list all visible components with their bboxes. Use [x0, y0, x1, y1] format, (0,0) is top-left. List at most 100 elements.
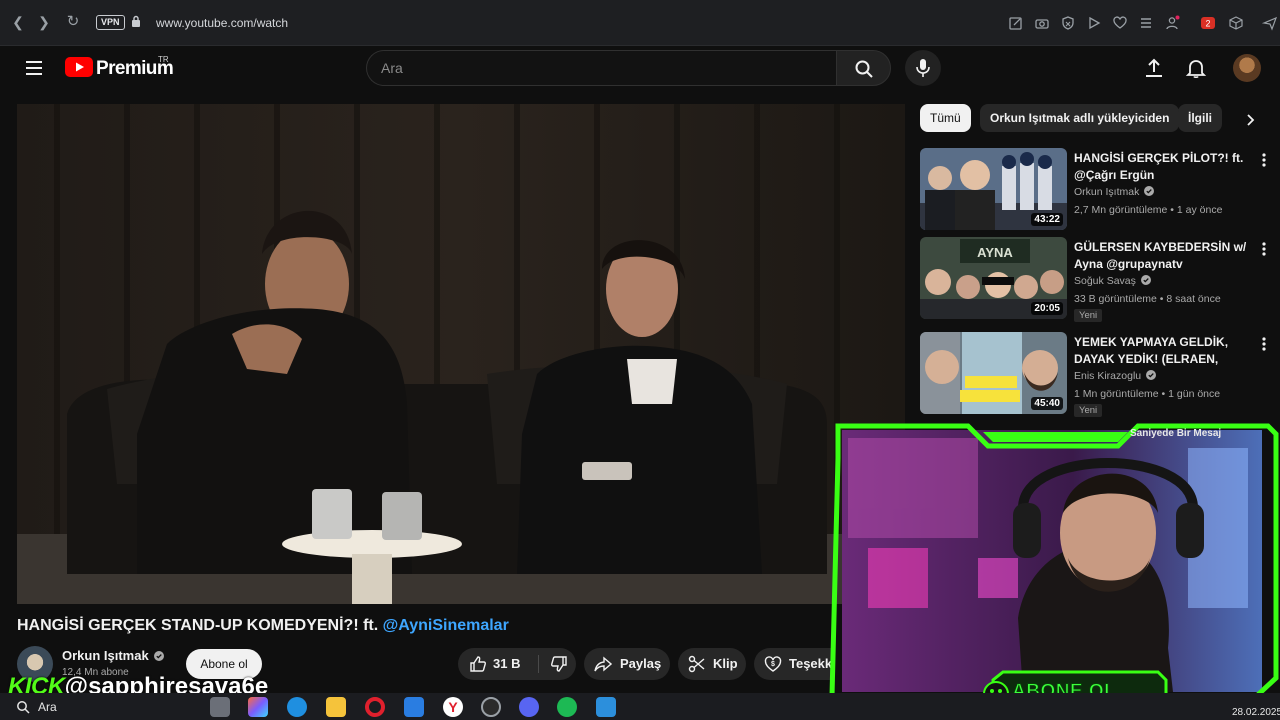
video-channel[interactable]: Enis Kirazoglu — [1074, 370, 1141, 382]
svg-text:AYNA: AYNA — [977, 245, 1013, 260]
recommended-video[interactable]: AYNA 20:05 GÜLERSEN KAYBEDERSİN w/ Ayna … — [920, 237, 1270, 322]
new-badge: Yeni — [1074, 404, 1103, 417]
title-mention-link[interactable]: @AyniSinemalar — [383, 617, 509, 634]
chevron-right-icon[interactable] — [1242, 112, 1258, 128]
taskbar-search-icon[interactable] — [16, 700, 30, 714]
video-duration: 20:05 — [1031, 302, 1063, 315]
video-duration: 43:22 — [1031, 213, 1063, 226]
youtube-logo-icon[interactable] — [65, 57, 93, 77]
voice-search-button[interactable] — [905, 50, 941, 86]
back-icon[interactable]: ❮ — [8, 12, 28, 32]
copilot-icon[interactable] — [248, 697, 268, 717]
thanks-button[interactable]: $ Teşekk — [754, 648, 834, 680]
list-icon[interactable] — [1138, 15, 1154, 31]
thumbs-up-icon — [470, 656, 486, 672]
country-code: TR — [158, 55, 169, 64]
channel-name[interactable]: Orkun Işıtmak — [62, 648, 149, 663]
vpn-badge[interactable]: VPN — [96, 15, 125, 30]
clip-button[interactable]: Klip — [678, 648, 746, 680]
verified-icon — [1146, 370, 1157, 380]
reload-icon[interactable]: ↻ — [63, 12, 83, 32]
clip-label: Klip — [713, 656, 738, 671]
video-meta: 33 B görüntüleme • 8 saat önce — [1074, 293, 1221, 305]
box-icon[interactable] — [1228, 15, 1244, 31]
chip-all[interactable]: Tümü — [920, 104, 971, 132]
chip-from-uploader[interactable]: Orkun Işıtmak adlı yükleyiciden — [980, 104, 1180, 132]
video-thumbnail[interactable]: AYNA 20:05 — [920, 237, 1067, 319]
video-title-link[interactable]: HANGİSİ GERÇEK PİLOT?! ft. @Çağrı Ergün — [1074, 150, 1252, 184]
svg-text:$: $ — [771, 661, 775, 668]
recommended-video[interactable]: 45:40 YEMEK YAPMAYA GELDİK, DAYAK YEDİK!… — [920, 332, 1270, 417]
video-title-link[interactable]: YEMEK YAPMAYA GELDİK, DAYAK YEDİK! (ELRA… — [1074, 334, 1252, 368]
camera-icon[interactable] — [1034, 15, 1050, 31]
video-channel[interactable]: Soğuk Savaş — [1074, 275, 1136, 287]
search-input[interactable] — [366, 50, 836, 86]
video-thumbnail[interactable]: 45:40 — [920, 332, 1067, 414]
yandex-browser-icon[interactable]: Y — [443, 697, 463, 717]
dislike-button[interactable] — [542, 648, 576, 680]
video-title: HANGİSİ GERÇEK STAND-UP KOMEDYENİ?! ft. … — [17, 617, 509, 635]
video-channel-row: Orkun Işıtmak — [1074, 186, 1155, 198]
like-dislike-group: 31 B — [458, 648, 576, 680]
video-duration: 45:40 — [1031, 397, 1063, 410]
video-frame — [17, 104, 905, 604]
extensions-icon[interactable]: 2 — [1200, 15, 1220, 31]
thumbs-down-icon — [551, 656, 567, 672]
send-icon[interactable] — [1261, 15, 1278, 31]
obs-icon[interactable] — [481, 697, 501, 717]
opera-icon[interactable] — [365, 697, 385, 717]
new-badge: Yeni — [1074, 309, 1103, 322]
video-channel-row: Soğuk Savaş — [1074, 275, 1151, 287]
play-icon[interactable] — [1086, 15, 1102, 31]
more-options-icon[interactable] — [1260, 336, 1268, 352]
thanks-label: Teşekk — [789, 656, 833, 671]
shield-icon[interactable] — [1060, 15, 1076, 31]
thanks-heart-icon: $ — [764, 656, 782, 672]
like-count: 31 B — [493, 656, 521, 671]
video-title-text: HANGİSİ GERÇEK STAND-UP KOMEDYENİ?! ft. — [17, 617, 383, 634]
video-thumbnail[interactable]: 43:22 — [920, 148, 1067, 230]
upload-icon[interactable] — [1143, 57, 1165, 79]
video-channel[interactable]: Orkun Işıtmak — [1074, 186, 1139, 198]
divider — [538, 655, 539, 673]
video-player[interactable] — [17, 104, 905, 604]
mail-icon[interactable] — [404, 697, 424, 717]
verified-icon — [1144, 186, 1155, 196]
video-meta: 1 Mn görüntüleme • 1 gün önce — [1074, 388, 1221, 400]
heart-icon[interactable] — [1112, 15, 1128, 31]
like-button[interactable]: 31 B — [458, 648, 538, 680]
taskbar-search-label[interactable]: Ara — [38, 700, 57, 714]
share-icon — [594, 656, 612, 672]
scissors-icon — [688, 655, 705, 673]
profile-icon[interactable] — [1164, 15, 1180, 31]
discord-icon[interactable] — [519, 697, 539, 717]
video-title-link[interactable]: GÜLERSEN KAYBEDERSİN w/ Ayna @grupaynatv… — [1074, 239, 1252, 273]
folder-icon[interactable] — [326, 697, 346, 717]
browser-toolbar: ❮ ❯ ↻ VPN www.youtube.com/watch 2 — [0, 0, 1280, 46]
file-explorer-icon[interactable] — [210, 697, 230, 717]
search-icon — [855, 60, 873, 78]
search-button[interactable] — [836, 50, 891, 86]
webcam-overlay — [828, 418, 1280, 710]
forward-icon[interactable]: ❯ — [34, 12, 54, 32]
notifications-bell-icon[interactable] — [1185, 57, 1207, 79]
more-options-icon[interactable] — [1260, 241, 1268, 257]
share-button[interactable]: Paylaş — [584, 648, 670, 680]
spotify-icon[interactable] — [557, 697, 577, 717]
recommended-video[interactable]: 43:22 HANGİSİ GERÇEK PİLOT?! ft. @Çağrı … — [920, 148, 1270, 230]
more-options-icon[interactable] — [1260, 152, 1268, 168]
address-bar[interactable]: www.youtube.com/watch — [156, 16, 288, 30]
menu-icon[interactable] — [24, 58, 44, 78]
verified-icon — [1140, 275, 1151, 285]
video-meta: 2,7 Mn görüntüleme • 1 ay önce — [1074, 204, 1223, 216]
overlay-banner-text: Saniyede Bir Mesaj — [1130, 428, 1222, 439]
edge-browser-icon[interactable] — [287, 697, 307, 717]
verified-icon — [154, 651, 164, 661]
chip-related[interactable]: İlgili — [1178, 104, 1222, 132]
taskbar-date[interactable]: 28.02.2025 — [1232, 707, 1280, 718]
photos-icon[interactable] — [596, 697, 616, 717]
webcam-feed — [829, 423, 1279, 707]
microphone-icon — [916, 59, 930, 77]
account-avatar[interactable] — [1233, 54, 1261, 82]
note-icon[interactable] — [1008, 15, 1024, 31]
